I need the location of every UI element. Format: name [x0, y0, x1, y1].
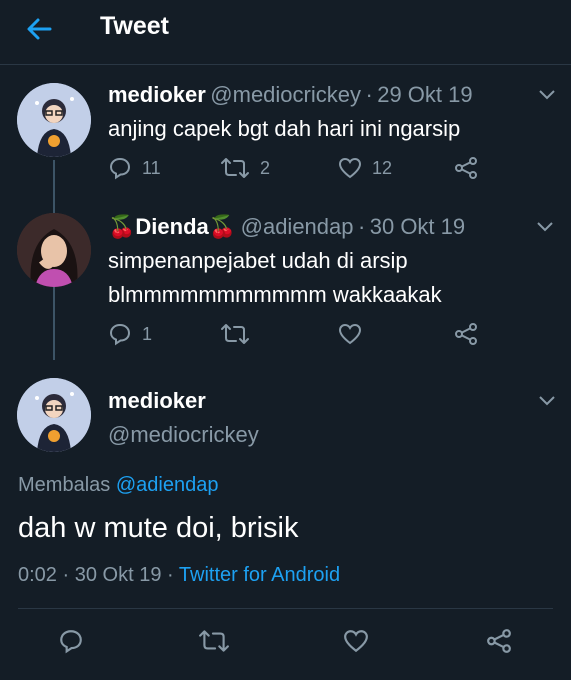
thread-line: [53, 290, 55, 360]
reply-button[interactable]: 1: [108, 322, 152, 346]
separator: ·: [167, 564, 174, 586]
tweet-time: 0:02: [18, 564, 57, 586]
display-name[interactable]: medioker: [108, 82, 206, 107]
like-button[interactable]: [338, 322, 372, 346]
chevron-down-icon[interactable]: [538, 88, 556, 100]
share-button[interactable]: [454, 156, 478, 180]
avatar[interactable]: [17, 378, 91, 452]
retweet-button[interactable]: [198, 628, 230, 654]
retweet-button[interactable]: 2: [220, 156, 270, 180]
tweet-text: anjing capek bgt dah hari ini ngarsip: [108, 116, 461, 141]
reply-mention-link[interactable]: @adiendap: [116, 474, 219, 496]
share-button[interactable]: [454, 322, 478, 346]
reply-icon: [108, 156, 132, 180]
retweet-button[interactable]: [220, 322, 260, 346]
avatar[interactable]: [17, 83, 91, 157]
like-count: 12: [372, 157, 393, 178]
retweet-icon: [198, 628, 230, 654]
retweet-icon: [220, 156, 250, 180]
share-icon: [486, 628, 512, 654]
reply-icon: [108, 322, 132, 346]
page-title: Tweet: [100, 12, 169, 40]
like-button[interactable]: [343, 628, 369, 654]
reply-button[interactable]: 11: [108, 156, 161, 180]
like-icon: [338, 322, 362, 346]
display-name[interactable]: medioker: [108, 388, 206, 414]
share-icon: [454, 156, 478, 180]
chevron-down-icon[interactable]: [538, 394, 556, 406]
chevron-down-icon[interactable]: [536, 220, 554, 232]
tweet-text: dah w mute doi, brisik: [18, 512, 299, 544]
tweet-header: 🍒Dienda🍒 @adiendap · 30 Okt 19: [108, 214, 465, 240]
reply-count: 11: [142, 157, 161, 178]
user-handle[interactable]: @mediocrickey: [108, 422, 259, 448]
user-handle[interactable]: @mediocrickey: [210, 82, 361, 107]
header-divider: [0, 64, 571, 65]
actions-divider: [18, 608, 553, 609]
separator: ·: [365, 82, 373, 107]
separator: ·: [357, 214, 366, 239]
separator: ·: [62, 564, 70, 586]
reply-label: Membalas: [18, 474, 111, 496]
reply-button[interactable]: [58, 628, 84, 654]
tweet-date: 30 Okt 19: [74, 564, 162, 586]
retweet-icon: [220, 322, 250, 346]
avatar[interactable]: [17, 213, 91, 287]
like-icon: [343, 628, 369, 654]
reply-count: 1: [142, 323, 153, 344]
display-name[interactable]: Dienda: [135, 214, 208, 239]
tweet-text-line-1: simpenanpejabet udah di arsip: [108, 248, 408, 273]
tweet-date[interactable]: 30 Okt 19: [370, 214, 465, 239]
retweet-count: 2: [260, 157, 271, 178]
like-button[interactable]: 12: [338, 156, 392, 180]
tweet-meta: 0:02 · 30 Okt 19 · Twitter for Android: [18, 564, 340, 587]
share-button[interactable]: [486, 628, 512, 654]
top-bar: Tweet: [0, 0, 571, 62]
tweet-text-line-2: blmmmmmmmmmmm wakkaakak: [108, 282, 442, 307]
name-emoji-left: 🍒: [108, 214, 136, 239]
reply-icon: [58, 628, 84, 654]
like-icon: [338, 156, 362, 180]
back-arrow-icon[interactable]: [24, 14, 54, 44]
reply-context: Membalas @adiendap: [18, 474, 218, 497]
client-link[interactable]: Twitter for Android: [179, 564, 340, 586]
tweet-date[interactable]: 29 Okt 19: [377, 82, 472, 107]
share-icon: [454, 322, 478, 346]
user-handle[interactable]: @adiendap: [241, 214, 354, 239]
tweet-header: medioker @mediocrickey · 29 Okt 19: [108, 82, 473, 108]
name-emoji-right: 🍒: [208, 214, 237, 239]
